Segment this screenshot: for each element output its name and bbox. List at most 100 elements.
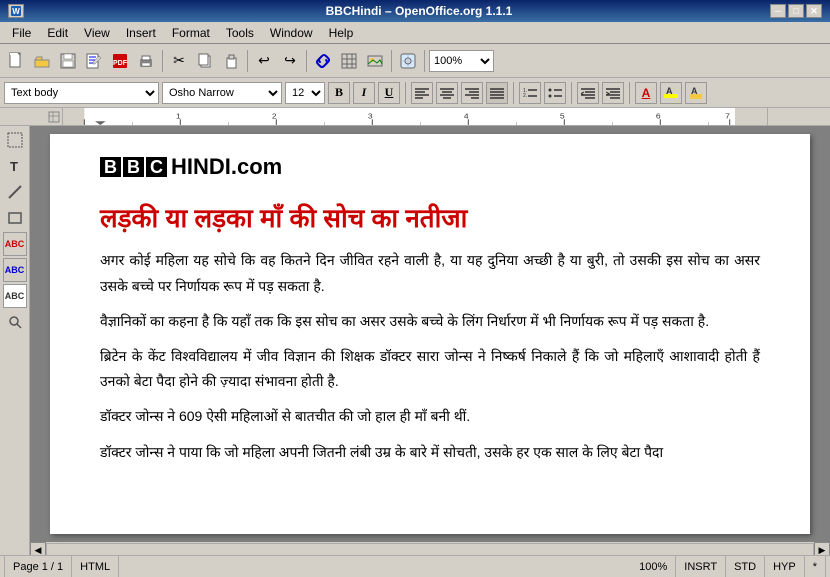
app-icon: W [8, 4, 24, 18]
svg-text:7: 7 [725, 112, 730, 120]
rectangle-tool-button[interactable] [3, 206, 27, 230]
menu-item-format[interactable]: Format [164, 24, 218, 42]
scroll-right-button[interactable]: ▶ [814, 542, 830, 555]
article-para-5: डॉक्टर जोन्स ने पाया कि जो महिला अपनी जि… [100, 440, 760, 465]
font-size-selector[interactable]: 12 8 10 14 16 18 24 [285, 82, 325, 104]
format-bar: Text body Osho Narrow 12 8 10 14 16 18 2… [0, 78, 830, 108]
window-controls: ─ □ ✕ [770, 4, 822, 18]
minimize-button[interactable]: ─ [770, 4, 786, 18]
hyp-mode: HYP [765, 556, 805, 577]
save-button[interactable] [56, 49, 80, 73]
document-area[interactable]: B B C HINDI.com लड़की या लड़का माँ की सो… [30, 126, 830, 555]
cut-button[interactable]: ✂ [167, 49, 191, 73]
justify-button[interactable] [486, 82, 508, 104]
bbc-boxes: B B C [100, 157, 167, 177]
abc-blue-button[interactable]: ABC [3, 258, 27, 282]
article-headline: लड़की या लड़का माँ की सोच का नतीजा [100, 200, 760, 236]
selection-tool-button[interactable] [3, 128, 27, 152]
hyperlink-button[interactable] [311, 49, 335, 73]
redo-button[interactable]: ↪ [278, 49, 302, 73]
bold-button[interactable]: B [328, 82, 350, 104]
svg-text:A: A [666, 86, 673, 96]
print-button[interactable] [134, 49, 158, 73]
svg-text:2: 2 [272, 112, 277, 120]
paste-button[interactable] [219, 49, 243, 73]
new-button[interactable] [4, 49, 28, 73]
page-count: Page 1 / 1 [4, 556, 72, 577]
open-button[interactable] [30, 49, 54, 73]
maximize-button[interactable]: □ [788, 4, 804, 18]
align-center-button[interactable] [436, 82, 458, 104]
increase-indent-button[interactable] [602, 82, 624, 104]
menu-item-help[interactable]: Help [321, 24, 362, 42]
svg-text:5: 5 [560, 112, 565, 120]
menu-item-view[interactable]: View [76, 24, 118, 42]
decrease-indent-button[interactable] [577, 82, 599, 104]
text-tool-button[interactable]: T [3, 154, 27, 178]
svg-text:T: T [10, 159, 18, 174]
article-para-3: ब्रिटेन के केंट विश्वविद्यालय में जीव वि… [100, 344, 760, 394]
font-selector[interactable]: Osho Narrow [162, 82, 282, 104]
status-bar: Page 1 / 1 HTML 100% INSRT STD HYP * [0, 555, 830, 577]
horizontal-scrollbar[interactable]: ◀ ▶ [30, 542, 830, 555]
underline-button[interactable]: U [378, 82, 400, 104]
svg-text:4: 4 [464, 112, 469, 120]
copy-button[interactable] [193, 49, 217, 73]
bbc-letter-c: C [146, 157, 167, 177]
table-button[interactable] [337, 49, 361, 73]
svg-text:W: W [12, 7, 20, 16]
menu-item-file[interactable]: File [4, 24, 39, 42]
article-para-2: वैज्ञानिकों का कहना है कि यहाँ तक कि इस … [100, 309, 760, 334]
image-button[interactable] [363, 49, 387, 73]
menu-item-window[interactable]: Window [262, 24, 321, 42]
bbc-letter-b1: B [100, 157, 121, 177]
navigator-button[interactable] [396, 49, 420, 73]
main-area: T ABC ABC ABC B B C HINDI.com [0, 126, 830, 555]
insert-mode: INSRT [676, 556, 726, 577]
bbc-letter-b2: B [123, 157, 144, 177]
zoom-selector[interactable]: 100% 75% 150% 200% [429, 50, 494, 72]
document-page: B B C HINDI.com लड़की या लड़का माँ की सो… [50, 134, 810, 534]
menu-item-insert[interactable]: Insert [118, 24, 164, 42]
abc-white-button[interactable]: ABC [3, 284, 27, 308]
toolbar: PDF ✂ ↩ ↪ 100% 75% 150% 200% [0, 44, 830, 78]
bbc-logo: B B C HINDI.com [100, 154, 282, 180]
find-button[interactable] [3, 310, 27, 334]
svg-text:3: 3 [368, 112, 373, 120]
scroll-left-button[interactable]: ◀ [30, 542, 46, 555]
article-para-1: अगर कोई महिला यह सोचे कि वह कितने दिन जी… [100, 248, 760, 298]
zoom-percent: 100% [631, 556, 676, 577]
svg-text:PDF: PDF [113, 60, 128, 67]
edit-button[interactable] [82, 49, 106, 73]
line-tool-button[interactable] [3, 180, 27, 204]
star-indicator: * [805, 556, 826, 577]
svg-text:2.: 2. [523, 93, 527, 99]
left-toolbar: T ABC ABC ABC [0, 126, 30, 555]
svg-text:1: 1 [176, 112, 181, 120]
menu-bar: FileEditViewInsertFormatToolsWindowHelp [0, 22, 830, 44]
undo-button[interactable]: ↩ [252, 49, 276, 73]
align-right-button[interactable] [461, 82, 483, 104]
close-button[interactable]: ✕ [806, 4, 822, 18]
highlight-button[interactable]: A [660, 82, 682, 104]
paragraph-style-selector[interactable]: Text body [4, 82, 159, 104]
menu-item-tools[interactable]: Tools [218, 24, 262, 42]
window-title: BBCHindi – OpenOffice.org 1.1.1 [68, 4, 770, 18]
export-pdf-button[interactable]: PDF [108, 49, 132, 73]
article-para-4: डॉक्टर जोन्स ने 609 ऐसी महिलाओं से बातची… [100, 404, 760, 429]
char-bg-button[interactable]: A [685, 82, 707, 104]
bbc-domain: HINDI.com [171, 154, 282, 180]
align-left-button[interactable] [411, 82, 433, 104]
ruler: 1 2 3 4 5 6 7 [0, 108, 830, 126]
doc-type: HTML [72, 556, 119, 577]
menu-item-edit[interactable]: Edit [39, 24, 76, 42]
svg-text:A: A [691, 86, 698, 96]
scroll-track[interactable] [46, 543, 814, 555]
font-color-button[interactable]: A [635, 82, 657, 104]
title-bar: W BBCHindi – OpenOffice.org 1.1.1 ─ □ ✕ [0, 0, 830, 22]
abc-red-button[interactable]: ABC [3, 232, 27, 256]
numbering-button[interactable]: 1.2. [519, 82, 541, 104]
italic-button[interactable]: I [353, 82, 375, 104]
svg-text:6: 6 [656, 112, 661, 120]
bullets-button[interactable] [544, 82, 566, 104]
